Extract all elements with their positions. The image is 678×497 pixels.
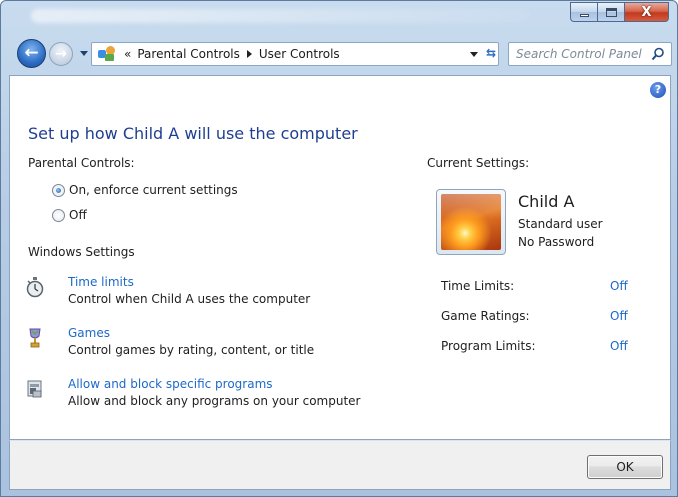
windows-settings-label: Windows Settings xyxy=(28,245,135,259)
radio-off-indicator[interactable] xyxy=(52,208,65,222)
refresh-icon: ⇆ xyxy=(485,46,497,60)
setting-games: Games Control games by rating, content, … xyxy=(25,325,314,357)
search-box[interactable]: Search Control Panel xyxy=(508,42,672,66)
time-limits-status-value: Off xyxy=(610,279,628,293)
radio-on[interactable]: On, enforce current settings xyxy=(52,183,238,197)
time-limits-status-label: Time Limits: xyxy=(441,279,515,293)
radio-off-label[interactable]: Off xyxy=(69,208,87,222)
navigation-bar: ← → « Parental Controls User Controls ⇆ … xyxy=(1,33,677,75)
setting-time-limits-text: Time limits Control when Child A uses th… xyxy=(68,274,310,308)
setting-time-limits: Time limits Control when Child A uses th… xyxy=(25,274,310,306)
forward-arrow-icon: → xyxy=(55,46,67,62)
close-icon: X xyxy=(641,4,652,20)
user-name: Child A xyxy=(518,192,575,211)
breadcrumb-user-controls[interactable]: User Controls xyxy=(259,47,340,61)
maximize-button[interactable] xyxy=(597,2,624,22)
back-button[interactable]: ← xyxy=(17,39,46,68)
program-limits-status-label: Program Limits: xyxy=(441,339,536,353)
breadcrumb-chevron-icon[interactable] xyxy=(246,50,252,58)
control-panel-icon xyxy=(98,46,116,62)
minimize-button[interactable] xyxy=(570,2,597,22)
minimize-icon xyxy=(579,13,589,17)
help-icon[interactable]: ? xyxy=(650,82,666,98)
stopwatch-icon xyxy=(26,277,44,298)
radio-on-indicator[interactable] xyxy=(52,183,65,197)
maximize-icon xyxy=(605,7,617,17)
game-ratings-status-label: Game Ratings: xyxy=(441,309,530,323)
breadcrumb-overflow[interactable]: « xyxy=(124,47,131,61)
breadcrumb-parental-controls[interactable]: Parental Controls xyxy=(137,47,240,61)
blurred-title xyxy=(31,9,531,23)
search-icon[interactable] xyxy=(651,47,665,61)
recent-pages-dropdown[interactable] xyxy=(80,51,88,56)
radio-off[interactable]: Off xyxy=(52,208,87,222)
programs-description: Allow and block any programs on your com… xyxy=(68,394,361,408)
ok-button[interactable]: OK xyxy=(587,455,663,479)
account-type: Standard user xyxy=(518,217,603,231)
program-limits-status-value: Off xyxy=(610,339,628,353)
forward-button[interactable]: → xyxy=(49,42,73,66)
parental-controls-label: Parental Controls: xyxy=(28,156,135,170)
trophy-icon xyxy=(29,328,41,348)
games-link[interactable]: Games xyxy=(68,325,314,342)
page-title: Set up how Child A will use the computer xyxy=(28,124,358,143)
setting-programs-text: Allow and block specific programs Allow … xyxy=(68,376,361,410)
user-avatar-frame xyxy=(436,189,506,255)
close-button[interactable]: X xyxy=(624,2,669,22)
avatar xyxy=(441,194,501,250)
games-description: Control games by rating, content, or tit… xyxy=(68,343,315,357)
programs-link[interactable]: Allow and block specific programs xyxy=(68,376,361,393)
address-dropdown-icon[interactable] xyxy=(470,52,478,57)
search-input[interactable]: Search Control Panel xyxy=(516,47,642,61)
footer-bar: OK xyxy=(9,440,671,490)
time-limits-link[interactable]: Time limits xyxy=(68,274,310,291)
back-arrow-icon: ← xyxy=(24,43,39,63)
window-controls: X xyxy=(570,2,669,24)
window-frame: X ← → « Parental Controls User Controls … xyxy=(0,0,678,497)
program-block-icon xyxy=(27,380,42,398)
current-settings-label: Current Settings: xyxy=(427,156,530,170)
setting-games-text: Games Control games by rating, content, … xyxy=(68,325,314,359)
game-ratings-status-value: Off xyxy=(610,309,628,323)
refresh-button[interactable]: ⇆ xyxy=(483,45,499,61)
time-limits-description: Control when Child A uses the computer xyxy=(68,292,311,306)
title-bar[interactable]: X xyxy=(1,1,677,33)
setting-programs: Allow and block specific programs Allow … xyxy=(25,376,361,408)
address-bar[interactable]: « Parental Controls User Controls xyxy=(91,42,499,66)
content-panel: ? Set up how Child A will use the comput… xyxy=(9,75,671,440)
password-status: No Password xyxy=(518,235,595,249)
radio-on-label[interactable]: On, enforce current settings xyxy=(69,183,238,197)
